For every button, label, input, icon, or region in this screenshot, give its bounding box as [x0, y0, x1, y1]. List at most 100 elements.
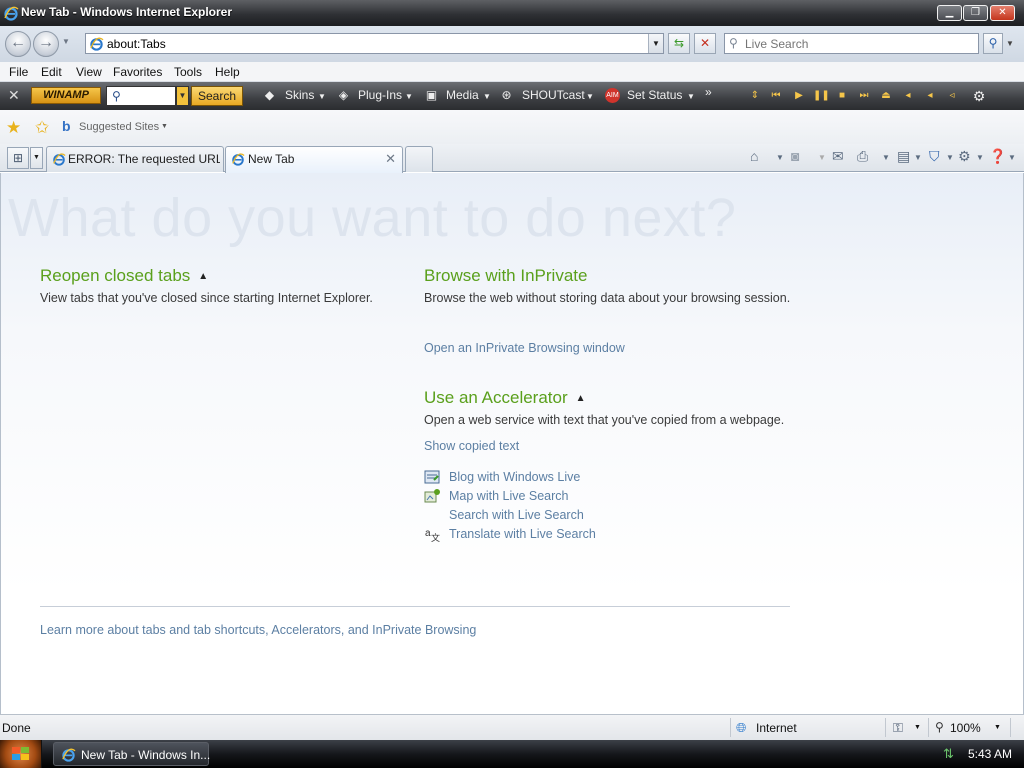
home-icon[interactable]: ⌂	[750, 148, 758, 164]
next-track-icon[interactable]: ⏭	[857, 89, 871, 103]
shoutcast-dropdown-icon[interactable]: ▼	[586, 92, 594, 101]
plugins-icon: ◈	[338, 88, 349, 102]
open-inprivate-link[interactable]: Open an InPrivate Browsing window	[424, 341, 625, 355]
security-zone-label[interactable]: Internet	[756, 721, 797, 735]
maximize-button[interactable]: ❐	[963, 5, 988, 21]
safety-dropdown-icon[interactable]: ▼	[946, 153, 954, 162]
accelerator-search-link[interactable]: Search with Live Search	[449, 508, 584, 522]
feeds-icon[interactable]: ◙	[791, 148, 799, 164]
skins-menu[interactable]: Skins	[285, 88, 314, 102]
zoom-dropdown-icon[interactable]: ▼	[994, 724, 1001, 731]
set-status-menu[interactable]: Set Status	[627, 88, 682, 102]
toolbar-overflow-icon[interactable]: »	[705, 85, 712, 99]
volume-mid-icon[interactable]: ◂	[923, 89, 937, 103]
protected-mode-dropdown-icon[interactable]: ▼	[914, 724, 921, 731]
tools-gear-icon[interactable]: ⚙	[958, 148, 971, 165]
page-menu-icon[interactable]: ▤	[897, 148, 910, 165]
safety-shield-icon[interactable]: ⛉	[929, 148, 940, 165]
tools-dropdown-icon[interactable]: ▼	[976, 153, 984, 162]
collapse-arrow-icon[interactable]: ▲	[198, 271, 208, 282]
start-button[interactable]	[0, 740, 42, 768]
menu-view[interactable]: View	[76, 65, 102, 79]
divider	[40, 606, 790, 607]
pause-icon[interactable]: ❚❚	[813, 89, 830, 103]
history-dropdown-icon[interactable]: ▼	[62, 37, 70, 46]
back-button[interactable]: ←	[5, 31, 31, 57]
favorites-star-icon[interactable]: ★	[6, 118, 21, 138]
protected-mode-lock-icon[interactable]: ⚿	[893, 720, 903, 736]
close-toolbar-icon[interactable]: ✕	[8, 87, 20, 104]
media-dropdown-icon[interactable]: ▼	[483, 92, 491, 101]
add-favorites-icon[interactable]: ✩	[35, 118, 49, 138]
winamp-logo[interactable]: WINAMP	[31, 87, 101, 104]
minimize-button[interactable]: ▁	[937, 5, 962, 21]
suggested-sites-link[interactable]: Suggested Sites	[79, 121, 159, 133]
stop-button[interactable]: ✕	[694, 33, 716, 54]
menu-edit[interactable]: Edit	[41, 65, 62, 79]
clock[interactable]: 5:43 AM	[968, 747, 1012, 761]
read-mail-icon[interactable]: ✉	[832, 148, 844, 165]
winamp-search-input[interactable]: ⚲	[106, 86, 176, 106]
help-dropdown-icon[interactable]: ▼	[1008, 153, 1016, 162]
home-dropdown-icon[interactable]: ▼	[776, 153, 784, 162]
taskbar-item-ie[interactable]: New Tab - Windows In...	[53, 742, 210, 766]
feeds-dropdown-icon: ▼	[818, 153, 826, 162]
accelerator-translate-link[interactable]: Translate with Live Search	[449, 527, 596, 541]
tab-label: New Tab	[248, 152, 295, 166]
set-status-dropdown-icon[interactable]: ▼	[687, 92, 695, 101]
network-tray-icon[interactable]: ⇅	[943, 746, 954, 762]
address-input[interactable]	[107, 35, 647, 52]
reopen-tabs-title: Reopen closed tabs	[40, 266, 191, 285]
menu-tools[interactable]: Tools	[174, 65, 202, 79]
print-dropdown-icon[interactable]: ▼	[882, 153, 890, 162]
page-dropdown-icon[interactable]: ▼	[914, 153, 922, 162]
address-bar[interactable]: ▼	[85, 33, 664, 54]
search-input[interactable]	[745, 35, 975, 52]
learn-more-link[interactable]: Learn more about tabs and tab shortcuts,…	[40, 623, 476, 637]
accelerator-map-link[interactable]: Map with Live Search	[449, 489, 569, 503]
close-tab-icon[interactable]: ✕	[385, 151, 396, 167]
volume-up-icon[interactable]: ◃	[945, 89, 959, 103]
search-go-button[interactable]: ⚲	[983, 33, 1003, 54]
close-window-button[interactable]: ✕	[990, 5, 1015, 21]
new-tab-button[interactable]	[405, 146, 433, 172]
search-box[interactable]: ⚲	[724, 33, 979, 54]
print-icon[interactable]: ⎙	[857, 148, 868, 165]
tab-error[interactable]: ERROR: The requested URL ...	[46, 146, 224, 172]
refresh-button[interactable]: ⇆	[668, 33, 690, 54]
menu-file[interactable]: File	[9, 65, 28, 79]
tab-list-dropdown-icon[interactable]: ▼	[30, 147, 43, 169]
winamp-search-button[interactable]: Search	[191, 86, 243, 106]
quick-tabs-button[interactable]: ⊞	[7, 147, 29, 169]
shoutcast-menu[interactable]: SHOUTcast	[522, 88, 585, 102]
menu-help[interactable]: Help	[215, 65, 240, 79]
reopen-tabs-heading[interactable]: Reopen closed tabs ▲	[40, 266, 208, 286]
playlist-icon[interactable]: ⇕	[748, 89, 762, 103]
taskbar-ie-icon	[62, 748, 76, 762]
previous-track-icon[interactable]: ⏮	[769, 89, 783, 103]
eject-icon[interactable]: ⏏	[879, 89, 893, 103]
media-menu[interactable]: Media	[446, 88, 479, 102]
accelerator-heading[interactable]: Use an Accelerator ▲	[424, 388, 586, 408]
collapse-arrow-icon[interactable]: ▲	[576, 393, 586, 404]
search-options-icon[interactable]: ▼	[1006, 39, 1014, 48]
suggested-sites-dropdown-icon[interactable]: ▼	[161, 123, 168, 130]
tab-new-tab[interactable]: New Tab ✕	[225, 146, 403, 173]
page-ie-icon	[90, 37, 104, 51]
stop-track-icon[interactable]: ■	[835, 89, 849, 103]
skins-dropdown-icon[interactable]: ▼	[318, 92, 326, 101]
aim-icon: AIM	[605, 88, 620, 103]
show-copied-text-link[interactable]: Show copied text	[424, 439, 519, 453]
winamp-settings-gear-icon[interactable]: ⚙	[972, 89, 986, 103]
play-icon[interactable]: ▶	[792, 89, 806, 103]
winamp-search-dropdown-icon[interactable]: ▼	[176, 86, 189, 106]
menu-favorites[interactable]: Favorites	[113, 65, 162, 79]
volume-down-icon[interactable]: ◂	[901, 89, 915, 103]
accelerator-blog-link[interactable]: Blog with Windows Live	[449, 470, 580, 484]
address-dropdown-icon[interactable]: ▼	[648, 34, 663, 53]
plugins-menu[interactable]: Plug-Ins	[358, 88, 402, 102]
zoom-level[interactable]: 100%	[950, 721, 981, 735]
forward-button[interactable]: →	[33, 31, 59, 57]
help-icon[interactable]: ❓	[989, 148, 1006, 165]
plugins-dropdown-icon[interactable]: ▼	[405, 92, 413, 101]
